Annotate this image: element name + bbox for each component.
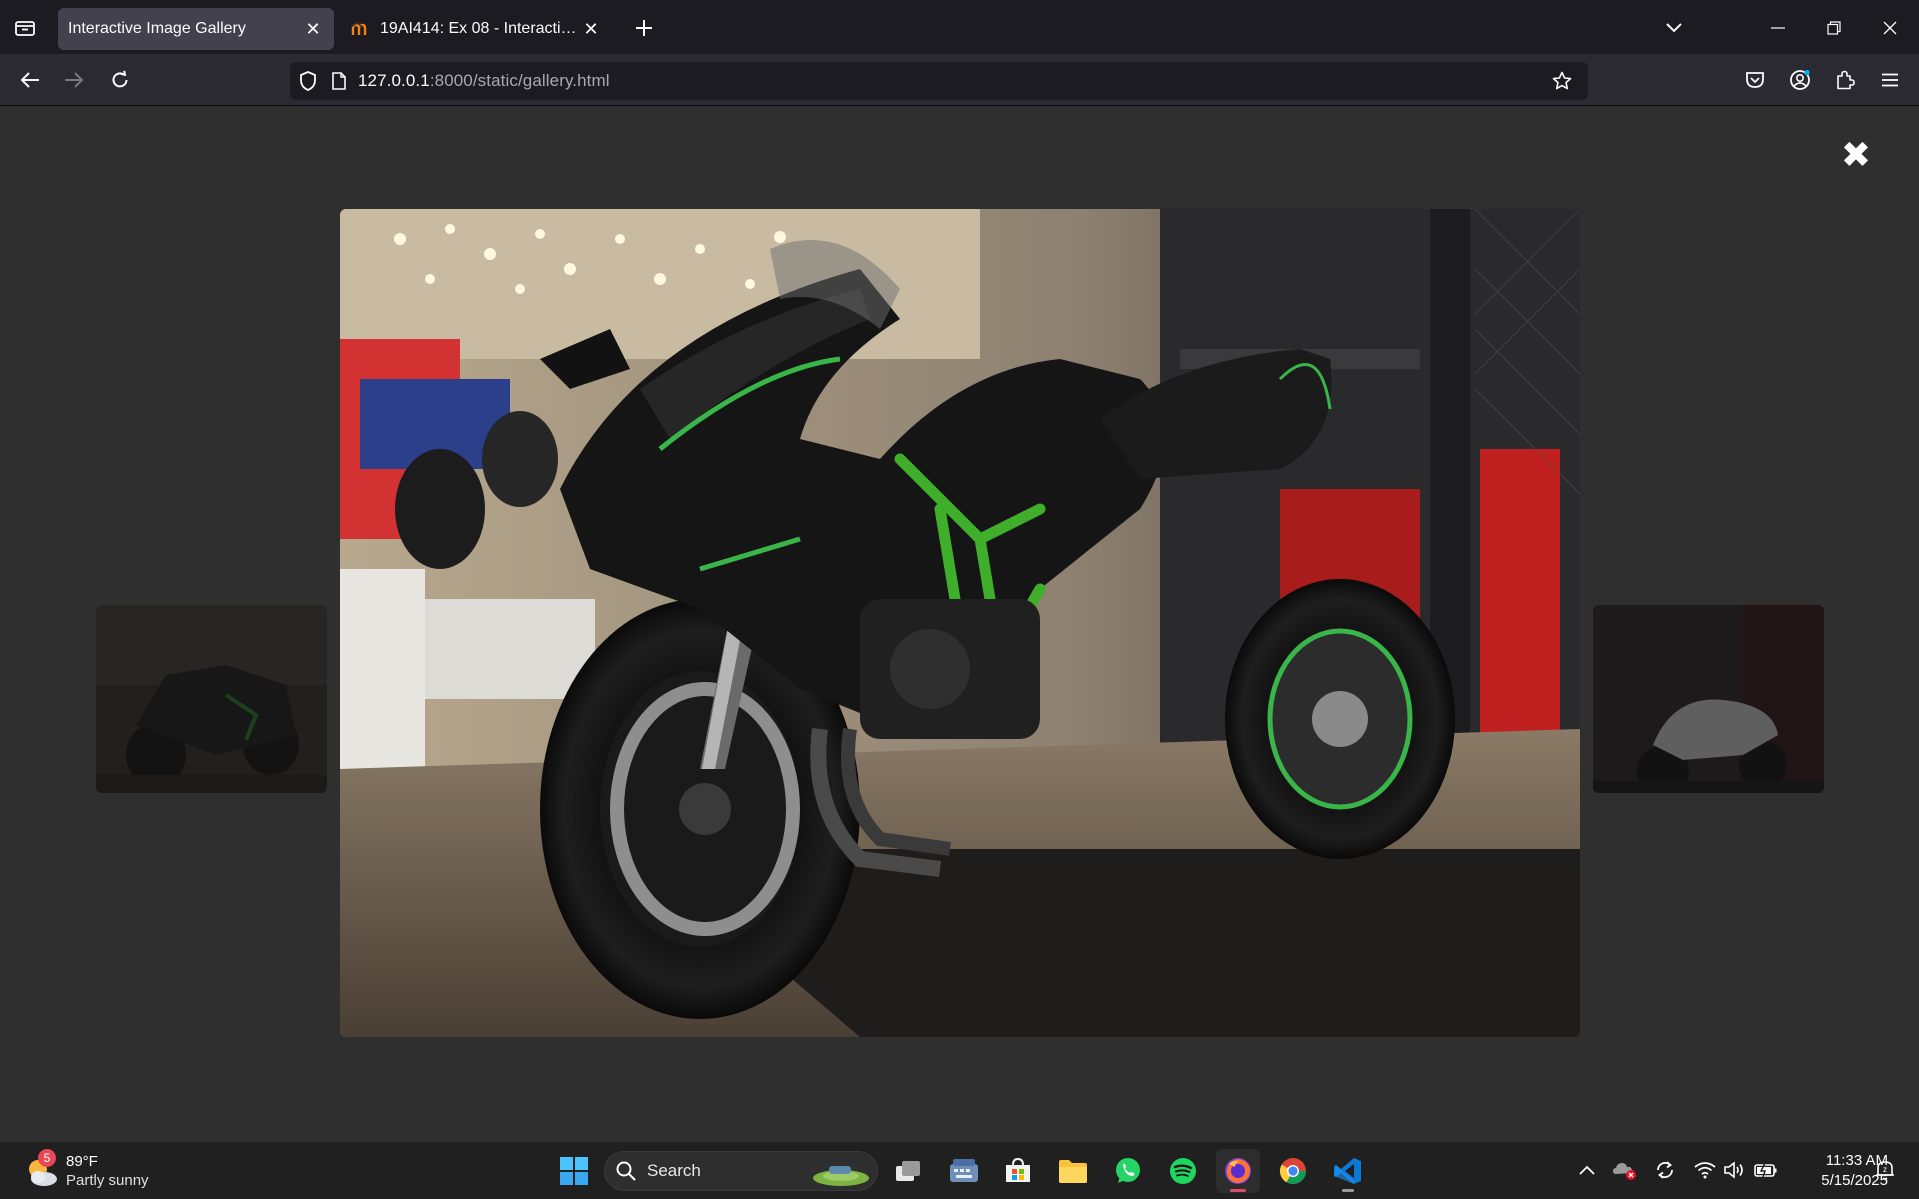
task-view-icon [896,1161,920,1181]
gallery-lightbox: ✖ [0,107,1919,1141]
volume-tray-button[interactable] [1722,1157,1748,1183]
running-app-indicator [1342,1189,1354,1192]
file-explorer-app[interactable] [1051,1149,1095,1193]
notifications-button[interactable]: z [1872,1157,1898,1183]
volume-icon [1724,1161,1743,1179]
whatsapp-icon [1116,1158,1140,1183]
address-bar[interactable]: 127.0.0.1:8000/static/gallery.html [290,62,1588,100]
wifi-icon [1694,1162,1716,1179]
url-host: 127.0.0.1 [358,71,430,90]
wifi-tray-button[interactable] [1692,1157,1718,1183]
close-icon [1883,21,1897,35]
restore-icon [1827,21,1841,35]
svg-text:z: z [1883,1165,1887,1174]
partly-sunny-icon: 5 [24,1149,60,1189]
firefox-view-icon [15,21,35,36]
url-path: :8000/static/gallery.html [429,71,610,90]
keyboard-app[interactable] [942,1149,986,1193]
arrow-right-icon [65,72,84,88]
url-text[interactable]: 127.0.0.1:8000/static/gallery.html [358,71,610,91]
microsoft-store-app[interactable] [996,1149,1040,1193]
thumbnail-dim-overlay [96,605,327,793]
account-button[interactable] [1782,62,1818,98]
vscode-app[interactable] [1326,1149,1370,1193]
tab-title: Interactive Image Gallery [68,20,246,37]
active-app-indicator [1230,1189,1246,1192]
plus-icon [636,20,652,36]
account-icon [1790,69,1810,90]
onedrive-tray-button[interactable] [1612,1157,1638,1183]
start-button[interactable] [554,1151,594,1191]
chevron-down-icon [1666,23,1682,33]
weather-temperature: 89°F [66,1153,98,1170]
chevron-up-icon [1579,1165,1595,1175]
main-gallery-image [340,209,1580,1037]
hamburger-menu-icon [1882,73,1898,87]
browser-tab-strip: Interactive Image Gallery ✕ 19AI414: Ex … [0,0,1919,54]
kawasaki-motorcycle-image [340,209,1580,1037]
onedrive-error-icon [1613,1163,1636,1180]
shield-icon[interactable] [290,63,326,99]
firefox-view-button[interactable] [8,12,42,44]
firefox-app[interactable] [1216,1149,1260,1193]
list-all-tabs-button[interactable] [1652,8,1696,48]
close-tab-icon[interactable]: ✕ [302,18,324,40]
forward-button[interactable] [56,62,92,98]
search-highlight-icon [813,1166,869,1186]
tab-title: 19AI414: Ex 08 - Interactive Ima [380,20,580,37]
app-menu-button[interactable] [1872,62,1908,98]
minimize-button[interactable] [1756,8,1800,48]
show-hidden-icons-button[interactable] [1574,1157,1600,1183]
reload-button[interactable] [102,62,138,98]
lightbox-close-button[interactable]: ✖ [1838,137,1874,173]
spotify-app[interactable] [1161,1149,1205,1193]
battery-charging-icon [1754,1162,1777,1178]
new-tab-button[interactable] [628,12,660,44]
keyboard-icon [950,1159,978,1182]
chrome-icon [1279,1158,1307,1185]
weather-alert-badge: 5 [38,1149,56,1167]
extensions-button[interactable] [1827,62,1863,98]
chrome-app[interactable] [1271,1149,1315,1193]
firefox-icon [1225,1158,1251,1184]
notification-bell-icon: z [1876,1161,1894,1180]
search-label: Search [647,1161,701,1180]
thumbnail-dim-overlay [1593,605,1824,793]
bookmark-star-icon[interactable] [1544,63,1580,99]
close-tab-icon[interactable]: ✕ [580,18,602,40]
minimize-icon [1771,27,1785,29]
weather-widget[interactable]: 5 89°F Partly sunny [24,1149,149,1192]
microsoft-store-icon [1006,1157,1030,1182]
tab-interactive-image-gallery[interactable]: Interactive Image Gallery ✕ [58,8,334,50]
task-view-app[interactable] [886,1149,930,1193]
close-window-button[interactable] [1868,8,1912,48]
moodle-icon [350,19,372,39]
sync-icon [1657,1161,1673,1179]
weather-description: Partly sunny [66,1172,149,1189]
arrow-left-icon [20,72,39,88]
windows-taskbar: 5 89°F Partly sunny Search 11:33 AM 5/15… [0,1141,1919,1199]
battery-tray-button[interactable] [1753,1157,1779,1183]
reload-icon [112,70,128,88]
restore-button[interactable] [1812,8,1856,48]
back-button[interactable] [12,62,48,98]
spotify-icon [1170,1158,1196,1184]
previous-image-thumbnail[interactable] [96,605,327,793]
pocket-icon [1746,72,1764,88]
navigation-toolbar: 127.0.0.1:8000/static/gallery.html [0,54,1919,106]
search-icon [616,1161,636,1181]
windows-logo-icon [560,1157,588,1185]
tab-ex08[interactable]: 19AI414: Ex 08 - Interactive Ima ✕ [340,8,612,50]
folder-icon [1059,1160,1087,1183]
vscode-icon [1334,1158,1361,1184]
next-image-thumbnail[interactable] [1593,605,1824,793]
taskbar-search-box[interactable]: Search [604,1151,878,1191]
whatsapp-app[interactable] [1106,1149,1150,1193]
page-icon[interactable] [326,63,352,99]
sync-tray-button[interactable] [1652,1157,1678,1183]
puzzle-icon [1837,70,1855,90]
pocket-button[interactable] [1737,62,1773,98]
